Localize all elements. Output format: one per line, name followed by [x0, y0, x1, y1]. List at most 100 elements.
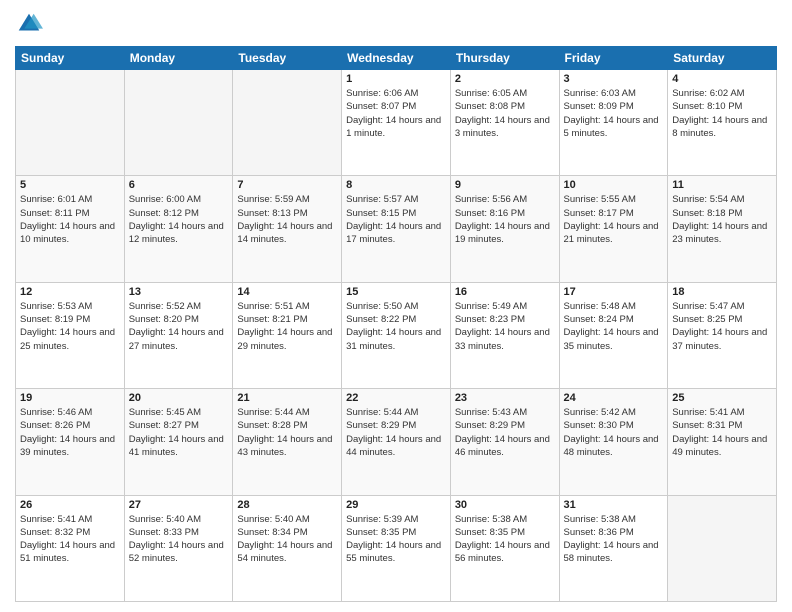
sunset-text: Sunset: 8:28 PM: [237, 420, 307, 431]
daylight-text: Daylight: 14 hours and 39 minutes.: [20, 434, 115, 458]
sunset-text: Sunset: 8:33 PM: [129, 527, 199, 538]
calendar-header-sunday: Sunday: [16, 47, 125, 70]
day-number: 8: [346, 179, 446, 191]
day-number: 3: [564, 73, 664, 85]
day-info: Sunrise: 6:00 AMSunset: 8:12 PMDaylight:…: [129, 193, 229, 246]
day-number: 29: [346, 499, 446, 511]
sunrise-text: Sunrise: 5:43 AM: [455, 407, 527, 418]
sunset-text: Sunset: 8:35 PM: [346, 527, 416, 538]
calendar-cell: 14 Sunrise: 5:51 AMSunset: 8:21 PMDayligh…: [233, 282, 342, 388]
day-info: Sunrise: 5:45 AMSunset: 8:27 PMDaylight:…: [129, 406, 229, 459]
day-info: Sunrise: 5:42 AMSunset: 8:30 PMDaylight:…: [564, 406, 664, 459]
day-number: 10: [564, 179, 664, 191]
calendar-cell: 24Sunrise: 5:42 AMSunset: 8:30 PMDayligh…: [559, 389, 668, 495]
calendar-cell: 4Sunrise: 6:02 AMSunset: 8:10 PMDaylight…: [668, 70, 777, 176]
sunrise-text: Sunrise: 6:05 AM: [455, 88, 527, 99]
sunrise-text: Sunrise: 6:01 AM: [20, 194, 92, 205]
day-number: 14: [237, 286, 337, 298]
day-info: Sunrise: 6:02 AMSunset: 8:10 PMDaylight:…: [672, 87, 772, 140]
daylight-text: Daylight: 14 hours and 37 minutes.: [672, 327, 767, 351]
daylight-text: Daylight: 14 hours and 29 minutes.: [237, 327, 332, 351]
calendar-cell: 17Sunrise: 5:48 AMSunset: 8:24 PMDayligh…: [559, 282, 668, 388]
calendar-cell: 3 Sunrise: 6:03 AMSunset: 8:09 PMDaylight…: [559, 70, 668, 176]
sunrise-text: Sunrise: 5:41 AM: [672, 407, 744, 418]
sunset-text: Sunset: 8:25 PM: [672, 314, 742, 325]
daylight-text: Daylight: 14 hours and 1 minute.: [346, 115, 441, 139]
sunset-text: Sunset: 8:07 PM: [346, 101, 416, 112]
sunset-text: Sunset: 8:26 PM: [20, 420, 90, 431]
calendar-cell: 8 Sunrise: 5:57 AMSunset: 8:15 PMDaylight…: [342, 176, 451, 282]
sunrise-text: Sunrise: 5:42 AM: [564, 407, 636, 418]
sunrise-text: Sunrise: 5:41 AM: [20, 514, 92, 525]
sunrise-text: Sunrise: 5:38 AM: [564, 514, 636, 525]
day-info: Sunrise: 5:51 AMSunset: 8:21 PMDaylight:…: [237, 300, 337, 353]
daylight-text: Daylight: 14 hours and 17 minutes.: [346, 221, 441, 245]
sunrise-text: Sunrise: 5:55 AM: [564, 194, 636, 205]
day-number: 27: [129, 499, 229, 511]
daylight-text: Daylight: 14 hours and 49 minutes.: [672, 434, 767, 458]
day-info: Sunrise: 5:49 AMSunset: 8:23 PMDaylight:…: [455, 300, 555, 353]
daylight-text: Daylight: 14 hours and 14 minutes.: [237, 221, 332, 245]
calendar-cell: [124, 70, 233, 176]
sunset-text: Sunset: 8:32 PM: [20, 527, 90, 538]
daylight-text: Daylight: 14 hours and 48 minutes.: [564, 434, 659, 458]
day-info: Sunrise: 5:57 AMSunset: 8:15 PMDaylight:…: [346, 193, 446, 246]
daylight-text: Daylight: 14 hours and 10 minutes.: [20, 221, 115, 245]
calendar-cell: [16, 70, 125, 176]
day-info: Sunrise: 5:40 AMSunset: 8:34 PMDaylight:…: [237, 513, 337, 566]
calendar-cell: 16 Sunrise: 5:49 AMSunset: 8:23 PMDayligh…: [450, 282, 559, 388]
calendar-cell: 6 Sunrise: 6:00 AMSunset: 8:12 PMDaylight…: [124, 176, 233, 282]
sunrise-text: Sunrise: 5:38 AM: [455, 514, 527, 525]
day-number: 22: [346, 392, 446, 404]
day-info: Sunrise: 5:39 AMSunset: 8:35 PMDaylight:…: [346, 513, 446, 566]
daylight-text: Daylight: 14 hours and 12 minutes.: [129, 221, 224, 245]
sunrise-text: Sunrise: 5:40 AM: [237, 514, 309, 525]
sunset-text: Sunset: 8:21 PM: [237, 314, 307, 325]
day-number: 23: [455, 392, 555, 404]
calendar-cell: 11Sunrise: 5:54 AMSunset: 8:18 PMDayligh…: [668, 176, 777, 282]
daylight-text: Daylight: 14 hours and 25 minutes.: [20, 327, 115, 351]
sunset-text: Sunset: 8:31 PM: [672, 420, 742, 431]
daylight-text: Daylight: 14 hours and 52 minutes.: [129, 540, 224, 564]
day-number: 26: [20, 499, 120, 511]
calendar-cell: 31 Sunrise: 5:38 AMSunset: 8:36 PMDayligh…: [559, 495, 668, 601]
day-info: Sunrise: 5:54 AMSunset: 8:18 PMDaylight:…: [672, 193, 772, 246]
day-number: 31: [564, 499, 664, 511]
day-number: 12: [20, 286, 120, 298]
calendar-cell: 13Sunrise: 5:52 AMSunset: 8:20 PMDayligh…: [124, 282, 233, 388]
daylight-text: Daylight: 14 hours and 41 minutes.: [129, 434, 224, 458]
day-number: 16: [455, 286, 555, 298]
day-info: Sunrise: 5:47 AMSunset: 8:25 PMDaylight:…: [672, 300, 772, 353]
sunset-text: Sunset: 8:13 PM: [237, 208, 307, 219]
daylight-text: Daylight: 14 hours and 54 minutes.: [237, 540, 332, 564]
sunrise-text: Sunrise: 6:03 AM: [564, 88, 636, 99]
day-number: 30: [455, 499, 555, 511]
day-number: 25: [672, 392, 772, 404]
calendar-cell: [233, 70, 342, 176]
sunrise-text: Sunrise: 5:46 AM: [20, 407, 92, 418]
calendar-cell: 19Sunrise: 5:46 AMSunset: 8:26 PMDayligh…: [16, 389, 125, 495]
day-number: 17: [564, 286, 664, 298]
day-info: Sunrise: 6:05 AMSunset: 8:08 PMDaylight:…: [455, 87, 555, 140]
sunset-text: Sunset: 8:08 PM: [455, 101, 525, 112]
daylight-text: Daylight: 14 hours and 51 minutes.: [20, 540, 115, 564]
day-info: Sunrise: 6:03 AMSunset: 8:09 PMDaylight:…: [564, 87, 664, 140]
calendar-cell: 20Sunrise: 5:45 AMSunset: 8:27 PMDayligh…: [124, 389, 233, 495]
calendar-cell: 5Sunrise: 6:01 AMSunset: 8:11 PMDaylight…: [16, 176, 125, 282]
day-info: Sunrise: 5:38 AMSunset: 8:35 PMDaylight:…: [455, 513, 555, 566]
calendar-header-monday: Monday: [124, 47, 233, 70]
sunrise-text: Sunrise: 6:00 AM: [129, 194, 201, 205]
day-number: 6: [129, 179, 229, 191]
daylight-text: Daylight: 14 hours and 23 minutes.: [672, 221, 767, 245]
daylight-text: Daylight: 14 hours and 44 minutes.: [346, 434, 441, 458]
sunrise-text: Sunrise: 5:45 AM: [129, 407, 201, 418]
day-info: Sunrise: 5:38 AMSunset: 8:36 PMDaylight:…: [564, 513, 664, 566]
daylight-text: Daylight: 14 hours and 56 minutes.: [455, 540, 550, 564]
calendar-cell: 30 Sunrise: 5:38 AMSunset: 8:35 PMDayligh…: [450, 495, 559, 601]
sunset-text: Sunset: 8:19 PM: [20, 314, 90, 325]
calendar-header-friday: Friday: [559, 47, 668, 70]
day-number: 7: [237, 179, 337, 191]
day-info: Sunrise: 5:40 AMSunset: 8:33 PMDaylight:…: [129, 513, 229, 566]
day-info: Sunrise: 5:43 AMSunset: 8:29 PMDaylight:…: [455, 406, 555, 459]
day-info: Sunrise: 5:44 AMSunset: 8:29 PMDaylight:…: [346, 406, 446, 459]
